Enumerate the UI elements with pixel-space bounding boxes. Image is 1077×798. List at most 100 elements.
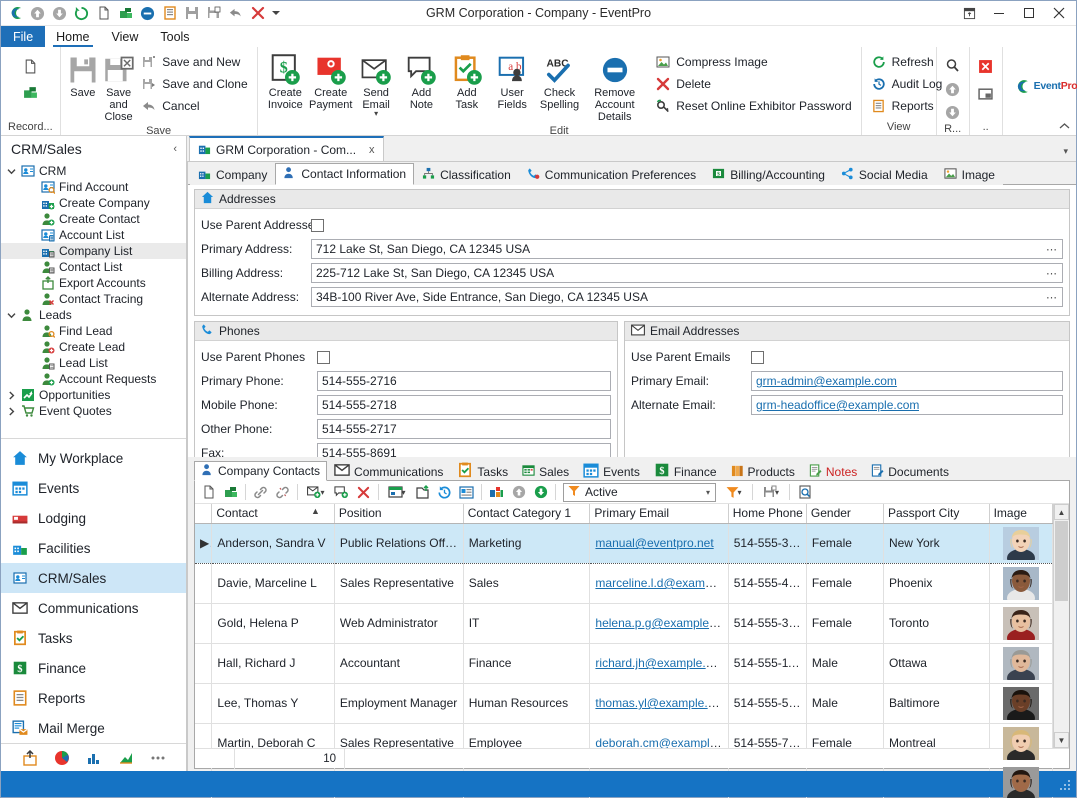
related-tab-notes[interactable]: Notes [802, 462, 864, 481]
delete-icon[interactable] [353, 482, 374, 502]
document-tab[interactable]: GRM Corporation - Com... x [189, 136, 384, 161]
tab-contact-information[interactable]: Contact Information [275, 163, 415, 185]
primary-address-input[interactable]: 712 Lake St, San Diego, CA 12345 USA ⋯ [311, 239, 1063, 259]
filter-options-icon[interactable]: ▾ [720, 482, 748, 502]
scroll-down-button[interactable]: ▼ [1054, 732, 1069, 748]
send-email-icon[interactable]: ▾ [302, 482, 330, 502]
tree-twisty-icon[interactable] [3, 311, 19, 320]
filter-combo[interactable]: Active ▾ [563, 482, 716, 502]
print-preview-icon[interactable] [794, 482, 815, 502]
tab-company[interactable]: Company [190, 164, 276, 185]
area-chart-icon[interactable] [117, 749, 135, 767]
primary-phone-input[interactable]: 514-555-2716 [317, 371, 611, 391]
minimize-button[interactable] [984, 1, 1014, 25]
column-header-contact-category-1[interactable]: Contact Category 1 [463, 504, 591, 524]
menu-item-view[interactable]: View [101, 26, 150, 47]
scroll-up-button[interactable]: ▲ [1054, 504, 1069, 520]
grid-vertical-scrollbar[interactable]: ▲ ▼ [1053, 504, 1069, 748]
export-icon[interactable] [412, 482, 433, 502]
save-close-icon[interactable] [203, 3, 224, 24]
column-header-primary-email[interactable]: Primary Email [589, 504, 729, 524]
related-tab-documents[interactable]: Documents [864, 462, 956, 481]
more-options-icon[interactable] [149, 749, 167, 767]
sidebar-item-reports[interactable]: Reports [1, 683, 186, 713]
column-header-passport-city[interactable]: Passport City [883, 504, 990, 524]
tree-twisty-icon[interactable] [3, 406, 19, 416]
fax-input[interactable]: 514-555-8691 [317, 443, 611, 457]
column-header-home-phone[interactable]: Home Phone [728, 504, 807, 524]
billing-address-input[interactable]: 225-712 Lake St, San Diego, CA 12345 USA… [311, 263, 1063, 283]
reset-exhibitor-password-button[interactable]: Reset Online Exhibitor Password [651, 95, 855, 117]
sidebar-item-my-workplace[interactable]: My Workplace [1, 443, 186, 473]
menu-item-home[interactable]: Home [45, 26, 100, 47]
restore-window-icon[interactable] [975, 82, 997, 104]
details-icon[interactable] [456, 482, 477, 502]
clone-record-icon[interactable] [19, 81, 41, 103]
cell-email-link[interactable]: marceline.l.d@example.c... [595, 576, 727, 590]
compress-image-button[interactable]: Compress Image [651, 51, 855, 73]
clipboard-icon[interactable] [159, 3, 180, 24]
layout-icon[interactable] [486, 482, 507, 502]
send-email-button[interactable]: Send Email ▾ [353, 51, 398, 119]
sidebar-tree-item-account-requests[interactable]: Account Requests [1, 371, 186, 387]
refresh-button[interactable]: Refresh [867, 51, 947, 73]
sidebar-tree-item-company-list[interactable]: Company List [1, 243, 186, 259]
sidebar-item-communications[interactable]: Communications [1, 593, 186, 623]
use-parent-addresses-checkbox[interactable] [311, 218, 324, 232]
scrollbar-thumb[interactable] [1055, 521, 1068, 601]
sidebar-tree-item-contact-tracing[interactable]: Contact Tracing [1, 291, 186, 307]
remove-account-details-button[interactable]: Remove Account Details [584, 51, 645, 125]
new-icon[interactable] [198, 482, 219, 502]
save-icon[interactable] [181, 3, 202, 24]
sort-ascending-icon[interactable]: ▲ [311, 506, 330, 516]
sidebar-tree-item-account-list[interactable]: Account List [1, 227, 186, 243]
eventpro-logo-icon[interactable] [5, 3, 26, 24]
bar-chart-icon[interactable] [85, 749, 103, 767]
mobile-phone-input[interactable]: 514-555-2718 [317, 395, 611, 415]
sidebar-tree-item-export-accounts[interactable]: Export Accounts [1, 275, 186, 291]
restore-layout-button[interactable] [954, 1, 984, 25]
sidebar-item-mail-merge[interactable]: Mail Merge [1, 713, 186, 743]
unlink-icon[interactable] [272, 482, 293, 502]
save-and-close-button[interactable]: Save and Close [100, 51, 137, 125]
sidebar-item-lodging[interactable]: Lodging [1, 503, 186, 533]
billing-address-ellipsis-button[interactable]: ⋯ [1042, 267, 1058, 280]
sidebar-tree-item-create-company[interactable]: Create Company [1, 195, 186, 211]
cell-email-link[interactable]: helena.p.g@example.com [595, 616, 727, 630]
sidebar-tree-item-find-account[interactable]: Find Account [1, 179, 186, 195]
use-parent-emails-checkbox[interactable] [751, 350, 764, 364]
chevron-down-icon[interactable]: ▾ [706, 488, 713, 497]
menu-item-file[interactable]: File [1, 26, 46, 47]
sidebar-item-crm-sales[interactable]: CRM/Sales [1, 563, 186, 593]
sidebar-tree-item-opportunities[interactable]: Opportunities [1, 387, 186, 403]
undo-icon[interactable] [225, 3, 246, 24]
column-header-gender[interactable]: Gender [806, 504, 884, 524]
related-tab-sales[interactable]: Sales [515, 462, 576, 481]
save-layout-icon[interactable]: ▾ [757, 482, 785, 502]
close-window-icon[interactable] [975, 55, 997, 77]
clone-icon[interactable] [220, 482, 241, 502]
related-tab-events[interactable]: Events [576, 462, 647, 481]
create-invoice-button[interactable]: $ Create Invoice [263, 51, 308, 113]
tab-classification[interactable]: Classification [414, 164, 519, 185]
primary-address-ellipsis-button[interactable]: ⋯ [1042, 243, 1058, 256]
primary-email-input[interactable]: grm-admin@example.com [751, 371, 1063, 391]
save-and-new-button[interactable]: Save and New [137, 51, 251, 73]
sidebar-item-facilities[interactable]: Facilities [1, 533, 186, 563]
resize-grip-icon[interactable] [1060, 778, 1072, 790]
save-and-clone-button[interactable]: Save and Clone [137, 73, 251, 95]
remove-icon[interactable] [137, 3, 158, 24]
create-payment-button[interactable]: Create Payment [308, 51, 353, 113]
sidebar-item-events[interactable]: Events [1, 473, 186, 503]
history-icon[interactable] [434, 482, 455, 502]
tab-social-media[interactable]: Social Media [832, 164, 936, 185]
related-tab-communications[interactable]: Communications [327, 462, 450, 481]
move-up-icon[interactable] [942, 78, 964, 100]
table-row[interactable]: ▶ Anderson, Sandra V Public Relations Offi… [195, 522, 1054, 564]
up-arrow-icon[interactable] [27, 3, 48, 24]
close-button[interactable] [1044, 1, 1074, 25]
related-tab-finance[interactable]: $ Finance [647, 462, 724, 481]
table-row[interactable]: Gold, Helena P Web Administrator IT helena.… [195, 603, 1054, 644]
alternate-email-input[interactable]: grm-headoffice@example.com [751, 395, 1063, 415]
sidebar-item-tasks[interactable]: Tasks [1, 623, 186, 653]
